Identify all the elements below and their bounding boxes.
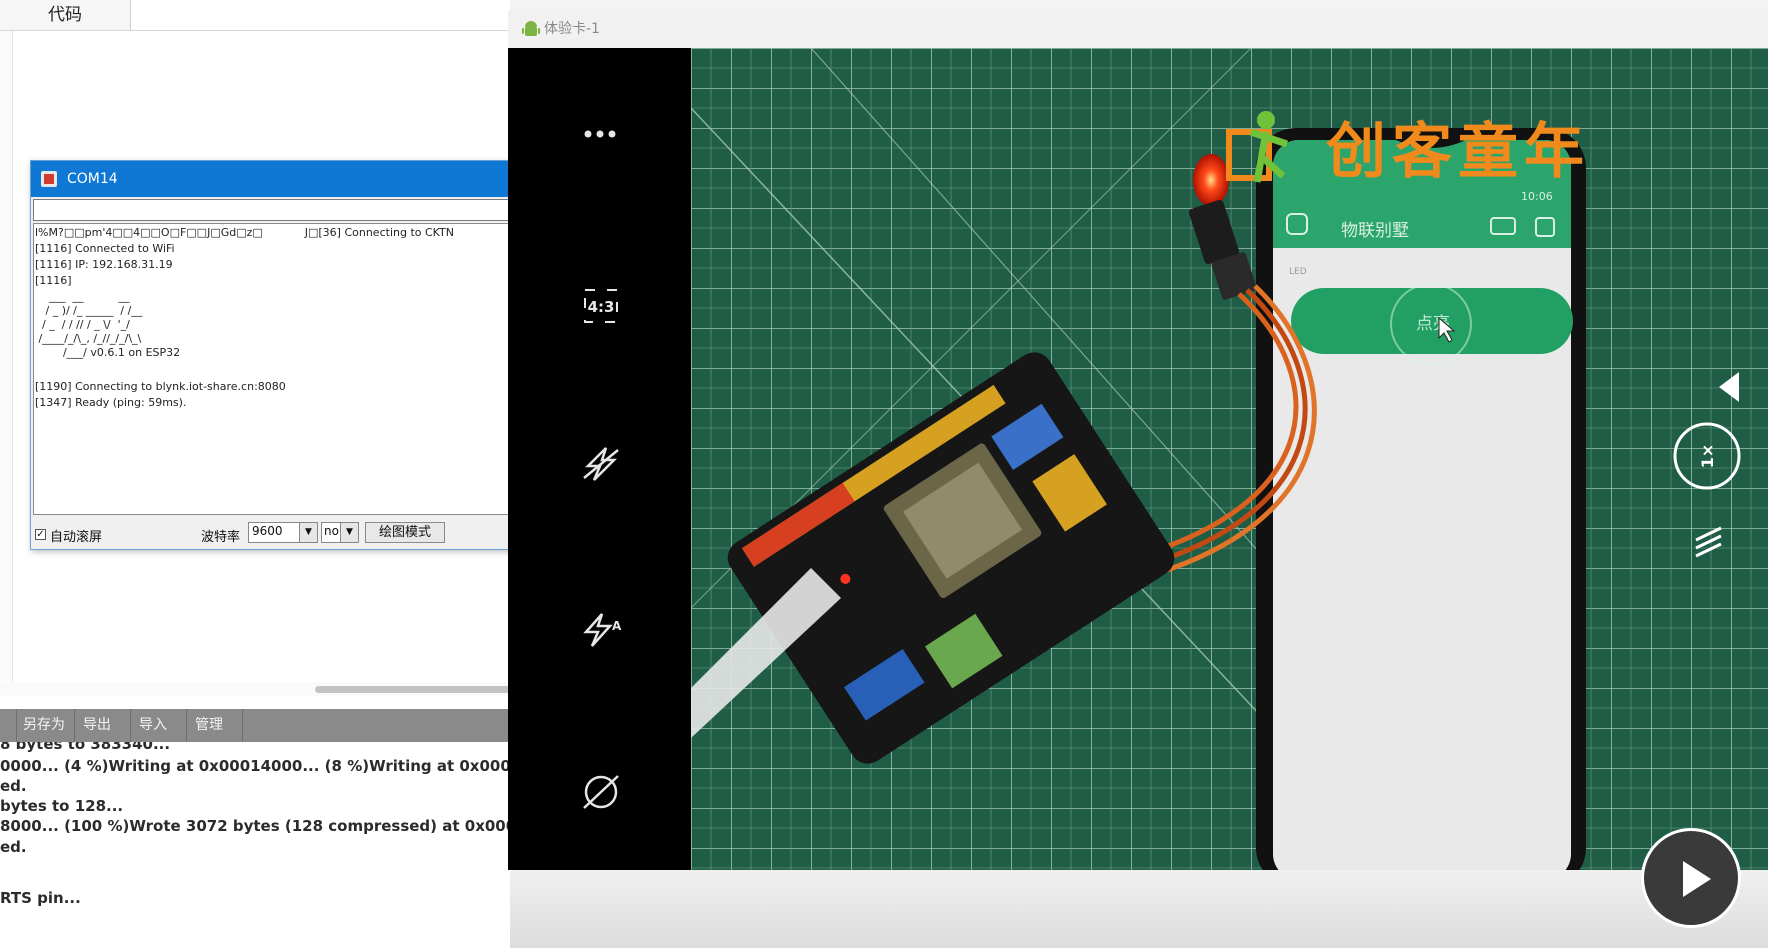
serial-line: / _ / / // / _ \/ '_/ [35,318,130,331]
baud-rate-value: 9600 [252,524,283,538]
chevron-down-icon[interactable]: ▼ [340,523,358,542]
phone-time: 10:06 [1521,190,1553,203]
tab-code[interactable]: 代码 [0,0,131,31]
serial-line: l%M?□□pm'4□□4□□O□F□□J□Gd□z□ J□[36] Conne… [35,226,454,239]
console-line: RTS pin... [0,889,81,907]
serial-line: / _ )/ /_ _____ / /__ [35,304,143,317]
manage-library-button[interactable]: 管理库 [187,709,243,766]
watermark-text: 创客童年 [1326,117,1590,187]
editor-horizontal-scrollbar[interactable] [315,686,510,693]
emulator-window: 体验卡-1 4:3 A 物联别墅 10:06 LED 点亮 创客童年 1× [508,10,1768,870]
line-ending-select[interactable]: no ▼ [321,522,359,543]
console-line: 8 bytes to 383340... [0,742,171,753]
red-led [1193,154,1229,206]
java-app-icon [41,171,57,187]
emulator-titlebar[interactable]: 体验卡-1 [508,10,1768,49]
autoscroll-label: 自动滚屏 [50,530,103,545]
autoscroll-checkbox[interactable]: ✓ [35,529,46,540]
save-as-button[interactable]: 另存为 [15,709,75,742]
console-line: 8000... (100 %)Wrote 3072 bytes (128 com… [0,817,510,835]
baud-rate-select[interactable]: 9600 ▼ [248,522,318,543]
svg-text:4:3: 4:3 [588,298,615,316]
serial-line: ___ __ __ [35,290,130,303]
hdr-off-icon[interactable] [508,772,691,812]
app-title: 物联别墅 [1341,221,1409,241]
serial-line: [1190] Connecting to blynk.iot-share.cn:… [35,380,286,393]
editor-gutter [0,31,13,681]
line-ending-value: no [324,524,339,538]
cutting-mat-scene: 物联别墅 10:06 LED 点亮 创客童年 1× [691,48,1768,870]
aspect-ratio-icon[interactable]: 4:3 [508,286,691,330]
led-widget-label: LED [1289,267,1307,277]
serial-line: /___/ v0.6.1 on ESP32 [35,346,181,359]
camera-video-feed[interactable]: 物联别墅 10:06 LED 点亮 创客童年 1× [691,48,1768,870]
serial-send-input[interactable] [33,199,553,221]
flash-off-icon[interactable] [508,444,691,484]
console-line: bytes to 128... [0,797,124,815]
plot-mode-button[interactable]: 绘图模式 [365,522,445,543]
serial-line: [1116] [35,274,72,287]
console-line: 0000... (4 %)Writing at 0x00014000... (8… [0,757,510,775]
console-line: ed. [0,838,27,856]
console-line: ed. [0,777,27,795]
serial-line: [1116] Connected to WiFi [35,242,175,255]
export-library-button[interactable]: 导出库 [75,709,131,766]
more-icon[interactable] [508,126,691,142]
serial-line: /____/_/\_, /_//_/_/\_\ [35,332,142,345]
chevron-down-icon[interactable]: ▼ [299,523,317,542]
playback-speed-label: 1× [1698,444,1717,469]
serial-line: [1116] IP: 192.168.31.19 [35,258,173,271]
tab-divider [0,30,510,31]
play-button[interactable] [1641,828,1741,928]
video-control-strip [510,870,1768,948]
serial-line: [1347] Ready (ping: 59ms). [35,396,187,409]
android-icon [522,21,540,36]
phone: 物联别墅 10:06 LED 点亮 [1256,128,1586,870]
auto-flash-icon[interactable]: A [508,608,691,648]
serial-monitor-title: COM14 [67,171,118,187]
camera-sidebar: 4:3 A [508,48,691,870]
svg-text:A: A [612,619,622,633]
emulator-title: 体验卡-1 [544,21,600,37]
upload-console: 8 bytes to 383340... 0000... (4 %)Writin… [0,742,510,948]
baud-rate-label: 波特率 [201,530,241,545]
import-library-button[interactable]: 导入库 [131,709,187,766]
